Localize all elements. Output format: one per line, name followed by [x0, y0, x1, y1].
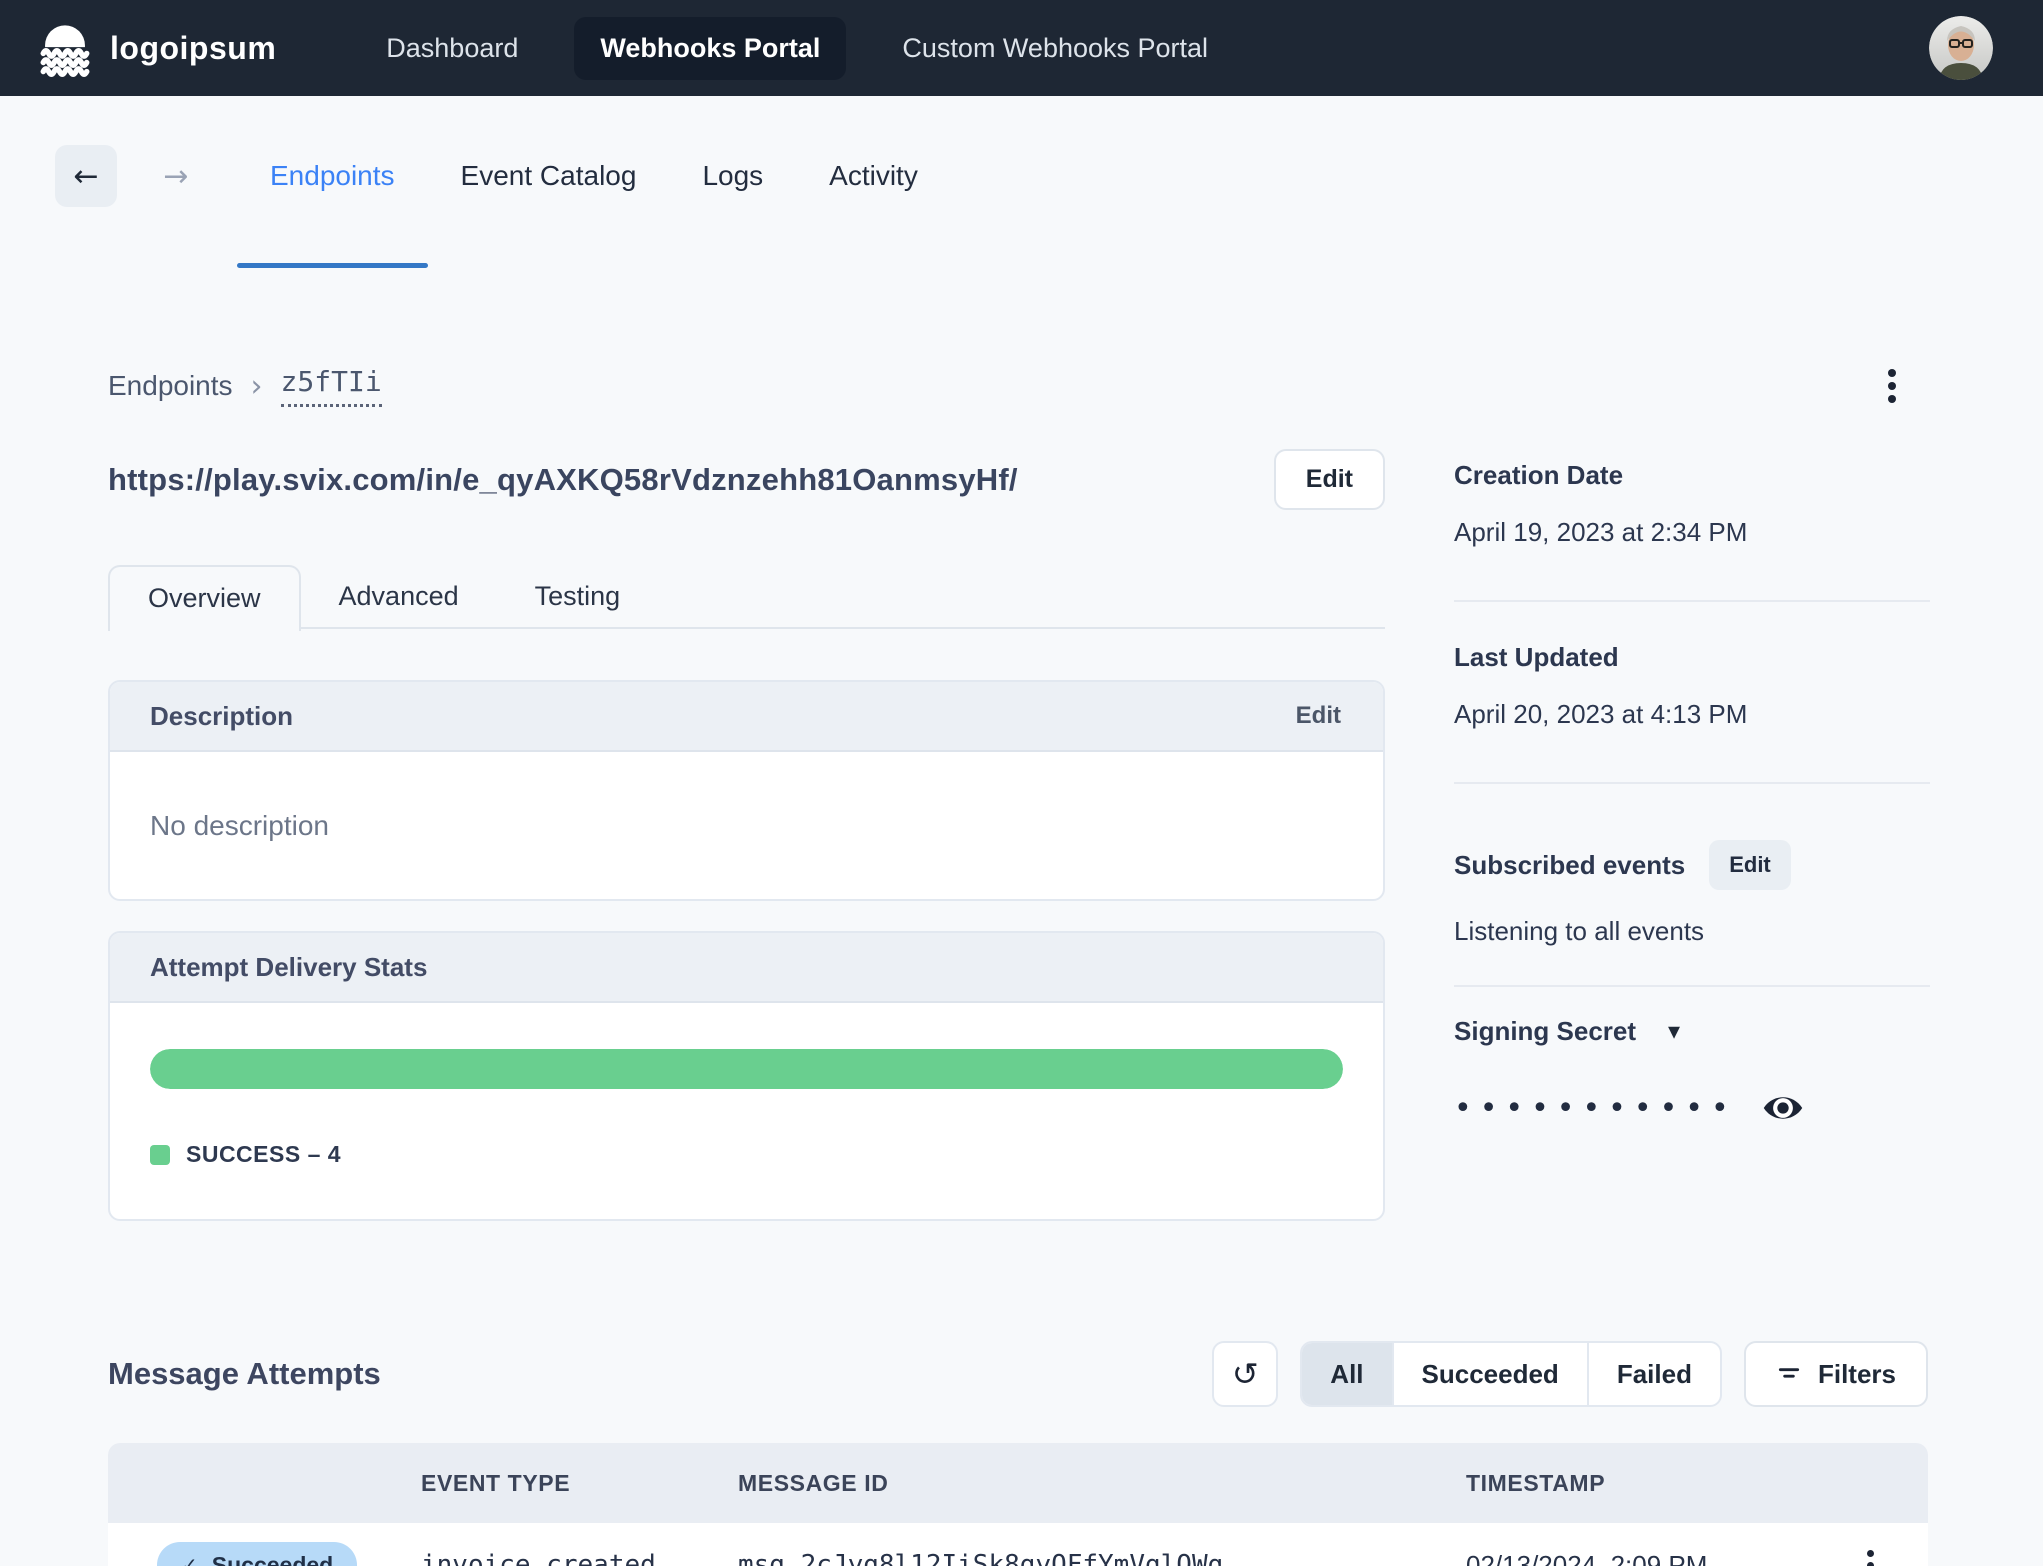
- filter-succeeded-button[interactable]: Succeeded: [1391, 1343, 1587, 1405]
- delivery-stats-bar: [150, 1049, 1343, 1089]
- delivery-stats-bar-fill: [150, 1049, 1343, 1089]
- message-attempts-controls: ↺ All Succeeded Failed Filters: [1212, 1341, 1928, 1407]
- event-type-cell: invoice.created: [421, 1550, 656, 1566]
- table-header-row: EVENT TYPE MESSAGE ID TIMESTAMP: [108, 1443, 1928, 1523]
- nav-custom-webhooks-portal[interactable]: Custom Webhooks Portal: [902, 17, 1208, 80]
- top-nav: Dashboard Webhooks Portal Custom Webhook…: [386, 16, 1208, 80]
- eye-icon: [1763, 1097, 1802, 1119]
- edit-description-button[interactable]: Edit: [1296, 702, 1341, 730]
- subscribed-events-label: Subscribed events: [1454, 849, 1686, 880]
- delivery-stats-legend: SUCCESS – 4: [150, 1141, 1343, 1168]
- caret-down-icon: ▾: [1668, 1017, 1681, 1045]
- signing-secret-caret-button[interactable]: ▾: [1664, 1013, 1684, 1050]
- forward-button[interactable]: →: [151, 145, 201, 207]
- tab-logs[interactable]: Logs: [669, 140, 796, 212]
- table-row[interactable]: ✓ Succeeded invoice.created msg_2cJyg8l1…: [108, 1523, 1928, 1566]
- delivery-stats-card: Attempt Delivery Stats SUCCESS – 4: [108, 931, 1385, 1221]
- check-icon: ✓: [181, 1553, 198, 1566]
- description-card-body: No description: [110, 752, 1383, 899]
- filters-label: Filters: [1817, 1358, 1896, 1389]
- back-arrow-icon: ←: [73, 158, 99, 194]
- filter-all-button[interactable]: All: [1302, 1343, 1392, 1405]
- endpoint-options-kebab-button[interactable]: [1870, 362, 1914, 410]
- content-area: ← → Endpoints Event Catalog Logs Activit…: [0, 140, 2043, 1566]
- edit-subscribed-events-button[interactable]: Edit: [1709, 840, 1791, 890]
- success-legend-label: SUCCESS – 4: [186, 1141, 342, 1167]
- divider: [1454, 985, 1930, 987]
- column-event-type: EVENT TYPE: [421, 1469, 571, 1496]
- brand[interactable]: logoipsum: [36, 19, 276, 77]
- status-badge: ✓ Succeeded: [157, 1542, 358, 1566]
- status-cell: ✓ Succeeded: [108, 1542, 421, 1566]
- last-updated-label: Last Updated: [1454, 642, 1619, 672]
- signing-secret-value-row: •••••••••••: [1454, 1086, 1930, 1130]
- detail-tabs: Overview Advanced Testing: [108, 565, 1385, 631]
- filters-button[interactable]: Filters: [1743, 1341, 1928, 1407]
- description-card-header: Description Edit: [110, 682, 1383, 752]
- delivery-stats-card-body: SUCCESS – 4: [110, 1003, 1383, 1219]
- refresh-button[interactable]: ↺: [1212, 1341, 1279, 1407]
- tab-event-catalog[interactable]: Event Catalog: [428, 140, 670, 212]
- endpoint-url: https://play.svix.com/in/e_qyAXKQ58rVdzn…: [108, 461, 1018, 497]
- row-options-kebab-button[interactable]: [1850, 1541, 1890, 1566]
- signing-secret-masked: •••••••••••: [1454, 1090, 1737, 1126]
- column-message-id: MESSAGE ID: [738, 1469, 889, 1496]
- signing-secret-label: Signing Secret: [1454, 1016, 1637, 1046]
- edit-url-button[interactable]: Edit: [1273, 449, 1385, 510]
- status-badge-label: Succeeded: [211, 1551, 334, 1566]
- description-title: Description: [150, 700, 294, 731]
- forward-arrow-icon: →: [163, 158, 189, 194]
- creation-date-label: Creation Date: [1454, 460, 1624, 490]
- brand-name: logoipsum: [110, 29, 277, 66]
- portal-tab-bar: ← → Endpoints Event Catalog Logs Activit…: [55, 140, 1928, 268]
- description-card: Description Edit No description: [108, 680, 1385, 901]
- endpoint-main-column: https://play.svix.com/in/e_qyAXKQ58rVdzn…: [108, 448, 1385, 1221]
- success-legend-swatch: [150, 1144, 170, 1165]
- breadcrumb: Endpoints › z5fTIi: [108, 362, 1928, 410]
- creation-date-value: April 19, 2023 at 2:34 PM: [1454, 517, 1748, 547]
- subscribed-events-row: Subscribed events Edit: [1454, 840, 1930, 890]
- logo-icon: [36, 19, 94, 77]
- tab-overview[interactable]: Overview: [108, 565, 301, 631]
- delivery-stats-title: Attempt Delivery Stats: [150, 951, 428, 982]
- filter-icon: [1778, 1368, 1800, 1378]
- signing-secret-row: Signing Secret ▾: [1454, 1013, 1930, 1050]
- message-attempts-title: Message Attempts: [108, 1356, 381, 1391]
- divider: [1454, 782, 1930, 784]
- refresh-icon: ↺: [1231, 1355, 1259, 1393]
- message-attempts-table: EVENT TYPE MESSAGE ID TIMESTAMP ✓ Succee…: [108, 1443, 1928, 1566]
- tab-advanced[interactable]: Advanced: [301, 565, 497, 627]
- endpoint-side-panel: Creation Date April 19, 2023 at 2:34 PM …: [1454, 448, 1930, 1130]
- nav-dashboard[interactable]: Dashboard: [386, 17, 518, 80]
- subscribed-events-value: Listening to all events: [1454, 916, 1705, 946]
- tab-testing[interactable]: Testing: [497, 565, 659, 627]
- breadcrumb-endpoint-id[interactable]: z5fTIi: [280, 365, 382, 407]
- tab-activity[interactable]: Activity: [796, 140, 951, 212]
- back-button[interactable]: ←: [55, 145, 117, 207]
- breadcrumb-chevron-icon: ›: [250, 368, 263, 404]
- body-columns: https://play.svix.com/in/e_qyAXKQ58rVdzn…: [108, 448, 1930, 1221]
- actions-cell: [1850, 1541, 1928, 1566]
- timestamp-cell: 02/13/2024, 2:09 PM: [1466, 1549, 1708, 1566]
- top-nav-bar: logoipsum Dashboard Webhooks Portal Cust…: [0, 0, 2043, 96]
- avatar[interactable]: [1929, 16, 1993, 80]
- breadcrumb-endpoints-link[interactable]: Endpoints: [108, 370, 233, 402]
- message-attempts-header: Message Attempts ↺ All Succeeded Failed: [108, 1341, 1928, 1407]
- reveal-secret-eye-button[interactable]: [1761, 1086, 1805, 1130]
- no-description-text: No description: [150, 809, 329, 841]
- nav-webhooks-portal[interactable]: Webhooks Portal: [574, 16, 847, 80]
- divider: [1454, 600, 1930, 602]
- last-updated-value: April 20, 2023 at 4:13 PM: [1454, 699, 1748, 729]
- message-id-cell: msg_2cJyg8l12IiSk8gyOFfYmVglQWg: [738, 1550, 1224, 1566]
- tab-endpoints[interactable]: Endpoints: [237, 140, 428, 268]
- endpoint-url-row: https://play.svix.com/in/e_qyAXKQ58rVdzn…: [108, 448, 1385, 511]
- column-timestamp: TIMESTAMP: [1466, 1469, 1606, 1496]
- delivery-stats-card-header: Attempt Delivery Stats: [110, 933, 1383, 1003]
- filter-failed-button[interactable]: Failed: [1586, 1343, 1720, 1405]
- webhooks-portal-page: logoipsum Dashboard Webhooks Portal Cust…: [0, 0, 2043, 1566]
- status-filter-group: All Succeeded Failed: [1300, 1341, 1722, 1407]
